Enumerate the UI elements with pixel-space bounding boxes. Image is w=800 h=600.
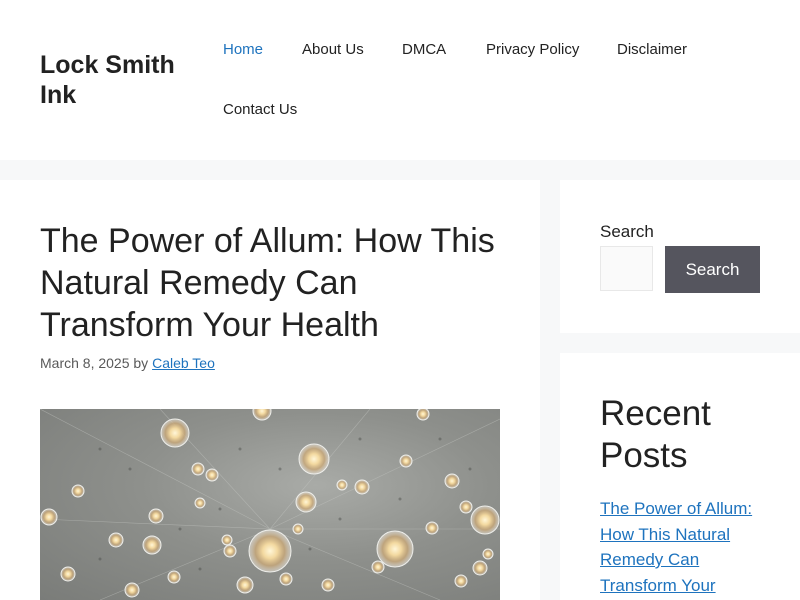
search-widget: Search Search: [560, 180, 800, 333]
post-author-link[interactable]: Caleb Teo: [152, 355, 215, 371]
nav-item-dmca[interactable]: DMCA: [402, 40, 446, 60]
recent-posts-widget: Recent Posts The Power of Allum: How Thi…: [560, 353, 800, 600]
search-button[interactable]: Search: [665, 246, 760, 293]
post-title: The Power of Allum: How This Natural Rem…: [40, 222, 495, 344]
recent-post-link[interactable]: The Power of Allum: How This Natural Rem…: [600, 496, 765, 600]
site-title[interactable]: Lock Smith Ink: [40, 50, 190, 110]
search-input[interactable]: [600, 246, 653, 291]
post-byline-label: by: [133, 355, 149, 371]
nav-item-home[interactable]: Home: [223, 40, 263, 60]
recent-posts-title: Recent Posts: [600, 394, 711, 475]
light-bulbs-illustration: [40, 409, 500, 600]
post-date: March 8, 2025: [40, 355, 130, 371]
search-label: Search: [600, 222, 654, 241]
nav-item-about-us[interactable]: About Us: [302, 40, 364, 60]
nav-item-privacy-policy[interactable]: Privacy Policy: [486, 40, 579, 60]
nav-item-contact-us[interactable]: Contact Us: [223, 100, 297, 120]
nav-item-disclaimer[interactable]: Disclaimer: [617, 40, 687, 60]
site-header: Lock Smith Ink Home About Us DMCA Privac…: [0, 0, 800, 160]
featured-image: [40, 409, 500, 600]
post-meta: March 8, 2025 by Caleb Teo: [40, 354, 215, 372]
article-card: The Power of Allum: How This Natural Rem…: [0, 180, 540, 600]
